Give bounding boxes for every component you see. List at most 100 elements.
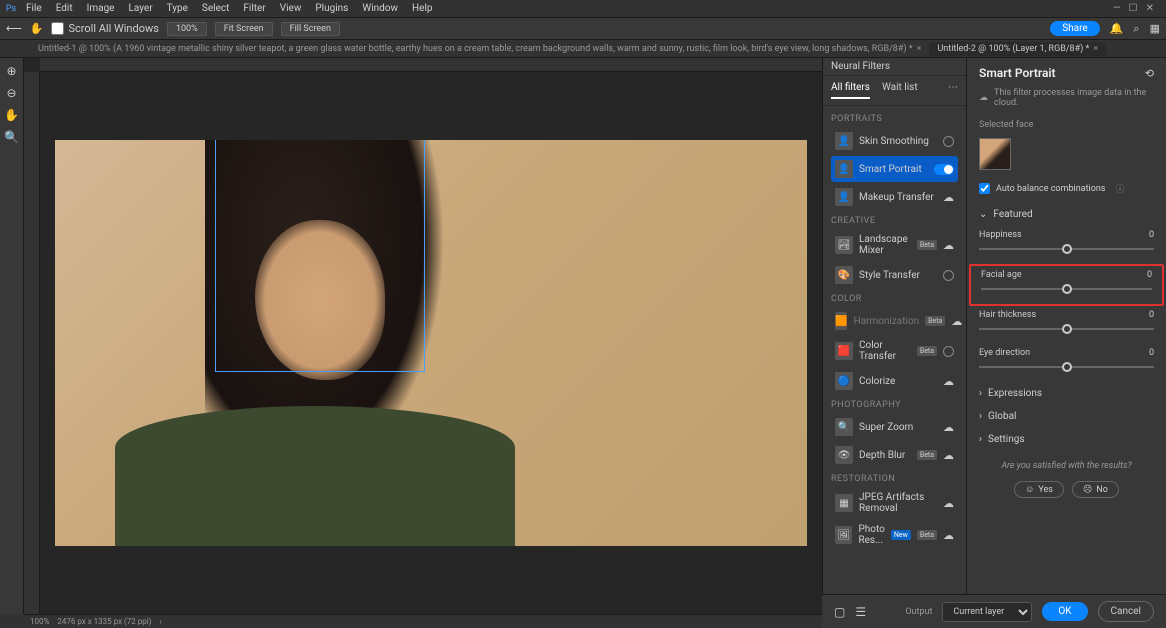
- filter-landscape-mixer[interactable]: 🏞 Landscape Mixer Beta ☁: [831, 230, 958, 260]
- menu-file[interactable]: File: [20, 1, 48, 16]
- hand-tool-icon[interactable]: ✋: [30, 22, 44, 35]
- more-icon[interactable]: ⋯: [948, 82, 958, 99]
- reset-icon[interactable]: ⟲: [1145, 67, 1154, 80]
- toggle-off-icon[interactable]: [943, 136, 954, 147]
- status-zoom[interactable]: 100%: [30, 617, 49, 626]
- chevron-right-icon[interactable]: ›: [159, 617, 161, 626]
- neural-bottom-bar: ▢ ☰ Output Current layer OK Cancel: [822, 594, 1166, 628]
- search-icon[interactable]: ⌕: [1133, 22, 1139, 36]
- slider-facial-age: Facial age0: [981, 268, 1152, 298]
- scroll-all-checkbox[interactable]: [51, 22, 64, 35]
- hand-icon[interactable]: ✋: [4, 108, 19, 122]
- menu-type[interactable]: Type: [161, 1, 194, 16]
- ok-button[interactable]: OK: [1042, 602, 1087, 621]
- smart-portrait-panel: Smart Portrait ⟲ ☁ This filter processes…: [966, 58, 1166, 614]
- preview-icon[interactable]: ▢: [834, 605, 845, 619]
- satisfied-prompt: Are you satisfied with the results?: [967, 451, 1166, 481]
- filter-harmonization[interactable]: 🟧 Harmonization Beta ☁: [831, 308, 958, 334]
- cloud-download-icon[interactable]: ☁: [951, 315, 962, 328]
- cloud-note: This filter processes image data in the …: [994, 88, 1154, 108]
- filter-jpeg-artifacts[interactable]: ▦ JPEG Artifacts Removal ☁: [831, 488, 958, 518]
- canvas-area: [24, 58, 822, 614]
- filter-smart-portrait[interactable]: 👤 Smart Portrait: [831, 156, 958, 182]
- section-featured[interactable]: ⌄Featured: [967, 203, 1166, 226]
- filter-color-transfer[interactable]: 🟥 Color Transfer Beta: [831, 336, 958, 366]
- canvas-image[interactable]: [55, 140, 807, 546]
- thumbnail-icon: 🏞: [835, 236, 853, 254]
- cloud-download-icon[interactable]: ☁: [943, 239, 954, 252]
- feedback-no-button[interactable]: ☹No: [1072, 481, 1119, 498]
- zoom-out-icon[interactable]: ⊖: [6, 86, 16, 100]
- thumbnail-icon: 🔵: [835, 372, 853, 390]
- menu-image[interactable]: Image: [81, 1, 121, 16]
- menu-window[interactable]: Window: [356, 1, 404, 16]
- smile-icon: ☺: [1025, 484, 1034, 495]
- facial-age-slider[interactable]: [981, 282, 1152, 296]
- hair-thickness-slider[interactable]: [979, 322, 1154, 336]
- layers-icon[interactable]: ☰: [855, 605, 866, 619]
- home-icon[interactable]: ⟵: [6, 22, 22, 35]
- cloud-download-icon[interactable]: ☁: [943, 497, 954, 510]
- thumbnail-icon: 👁: [835, 446, 853, 464]
- filter-super-zoom[interactable]: 🔍 Super Zoom ☁: [831, 414, 958, 440]
- cloud-download-icon[interactable]: ☁: [943, 421, 954, 434]
- tab-all-filters[interactable]: All filters: [831, 82, 870, 99]
- fill-screen-button[interactable]: Fill Screen: [281, 22, 340, 36]
- close-icon[interactable]: ×: [917, 44, 922, 54]
- window-minimize-icon[interactable]: —: [1113, 3, 1121, 14]
- cloud-download-icon[interactable]: ☁: [943, 375, 954, 388]
- tab-untitled-1[interactable]: Untitled-1 @ 100% (A 1960 vintage metall…: [30, 42, 929, 56]
- menu-edit[interactable]: Edit: [50, 1, 79, 16]
- filter-depth-blur[interactable]: 👁 Depth Blur Beta ☁: [831, 442, 958, 468]
- zoom-chip[interactable]: 100%: [167, 22, 207, 36]
- tab-untitled-2[interactable]: Untitled-2 @ 100% (Layer 1, RGB/8#) *×: [929, 42, 1106, 56]
- menu-filter[interactable]: Filter: [237, 1, 271, 16]
- eye-direction-slider[interactable]: [979, 360, 1154, 374]
- bell-icon[interactable]: 🔔: [1110, 22, 1124, 35]
- tab-wait-list[interactable]: Wait list: [882, 82, 918, 99]
- happiness-slider[interactable]: [979, 242, 1154, 256]
- feedback-yes-button[interactable]: ☺Yes: [1014, 481, 1064, 498]
- window-maximize-icon[interactable]: ☐: [1129, 3, 1138, 14]
- cloud-download-icon[interactable]: ☁: [943, 191, 954, 204]
- toggle-off-icon[interactable]: [943, 270, 954, 281]
- filter-skin-smoothing[interactable]: 👤 Skin Smoothing: [831, 128, 958, 154]
- menu-help[interactable]: Help: [406, 1, 438, 16]
- slider-happiness: Happiness0: [967, 226, 1166, 264]
- filter-style-transfer[interactable]: 🎨 Style Transfer: [831, 262, 958, 288]
- zoom-tool-icon[interactable]: 🔍: [4, 130, 19, 144]
- section-settings[interactable]: ›Settings: [967, 428, 1166, 451]
- filter-colorize[interactable]: 🔵 Colorize ☁: [831, 368, 958, 394]
- auto-balance-checkbox[interactable]: [979, 183, 990, 194]
- slider-hair-thickness: Hair thickness0: [967, 306, 1166, 344]
- toggle-off-icon[interactable]: [943, 346, 954, 357]
- selected-face-label: Selected face: [967, 116, 1166, 134]
- chevron-down-icon: ⌄: [979, 209, 987, 220]
- cancel-button[interactable]: Cancel: [1098, 601, 1154, 622]
- menu-plugins[interactable]: Plugins: [309, 1, 354, 16]
- fit-screen-button[interactable]: Fit Screen: [215, 22, 273, 36]
- filter-photo-restoration[interactable]: 🖼 Photo Res... New Beta ☁: [831, 520, 958, 550]
- face-thumbnail[interactable]: [979, 138, 1011, 170]
- menu-select[interactable]: Select: [196, 1, 235, 16]
- close-icon[interactable]: ×: [1093, 44, 1098, 54]
- menu-layer[interactable]: Layer: [123, 1, 159, 16]
- face-detection-box[interactable]: [215, 140, 425, 372]
- window-close-icon[interactable]: ✕: [1146, 3, 1154, 14]
- share-button[interactable]: Share: [1050, 21, 1099, 36]
- info-icon[interactable]: ⓘ: [1115, 182, 1124, 195]
- section-expressions[interactable]: ›Expressions: [967, 382, 1166, 405]
- output-select[interactable]: Current layer: [942, 602, 1032, 622]
- tool-rail: ⊕ ⊖ ✋ 🔍: [0, 58, 24, 614]
- thumbnail-icon: 🟥: [835, 342, 853, 360]
- cloud-download-icon[interactable]: ☁: [943, 449, 954, 462]
- toggle-switch[interactable]: [934, 164, 954, 175]
- thumbnail-icon: 🎨: [835, 266, 853, 284]
- workspace-icon[interactable]: ▦: [1150, 22, 1160, 35]
- zoom-in-icon[interactable]: ⊕: [6, 64, 16, 78]
- chevron-right-icon: ›: [979, 411, 982, 422]
- menu-view[interactable]: View: [274, 1, 308, 16]
- section-global[interactable]: ›Global: [967, 405, 1166, 428]
- cloud-download-icon[interactable]: ☁: [943, 529, 954, 542]
- filter-makeup-transfer[interactable]: 👤 Makeup Transfer ☁: [831, 184, 958, 210]
